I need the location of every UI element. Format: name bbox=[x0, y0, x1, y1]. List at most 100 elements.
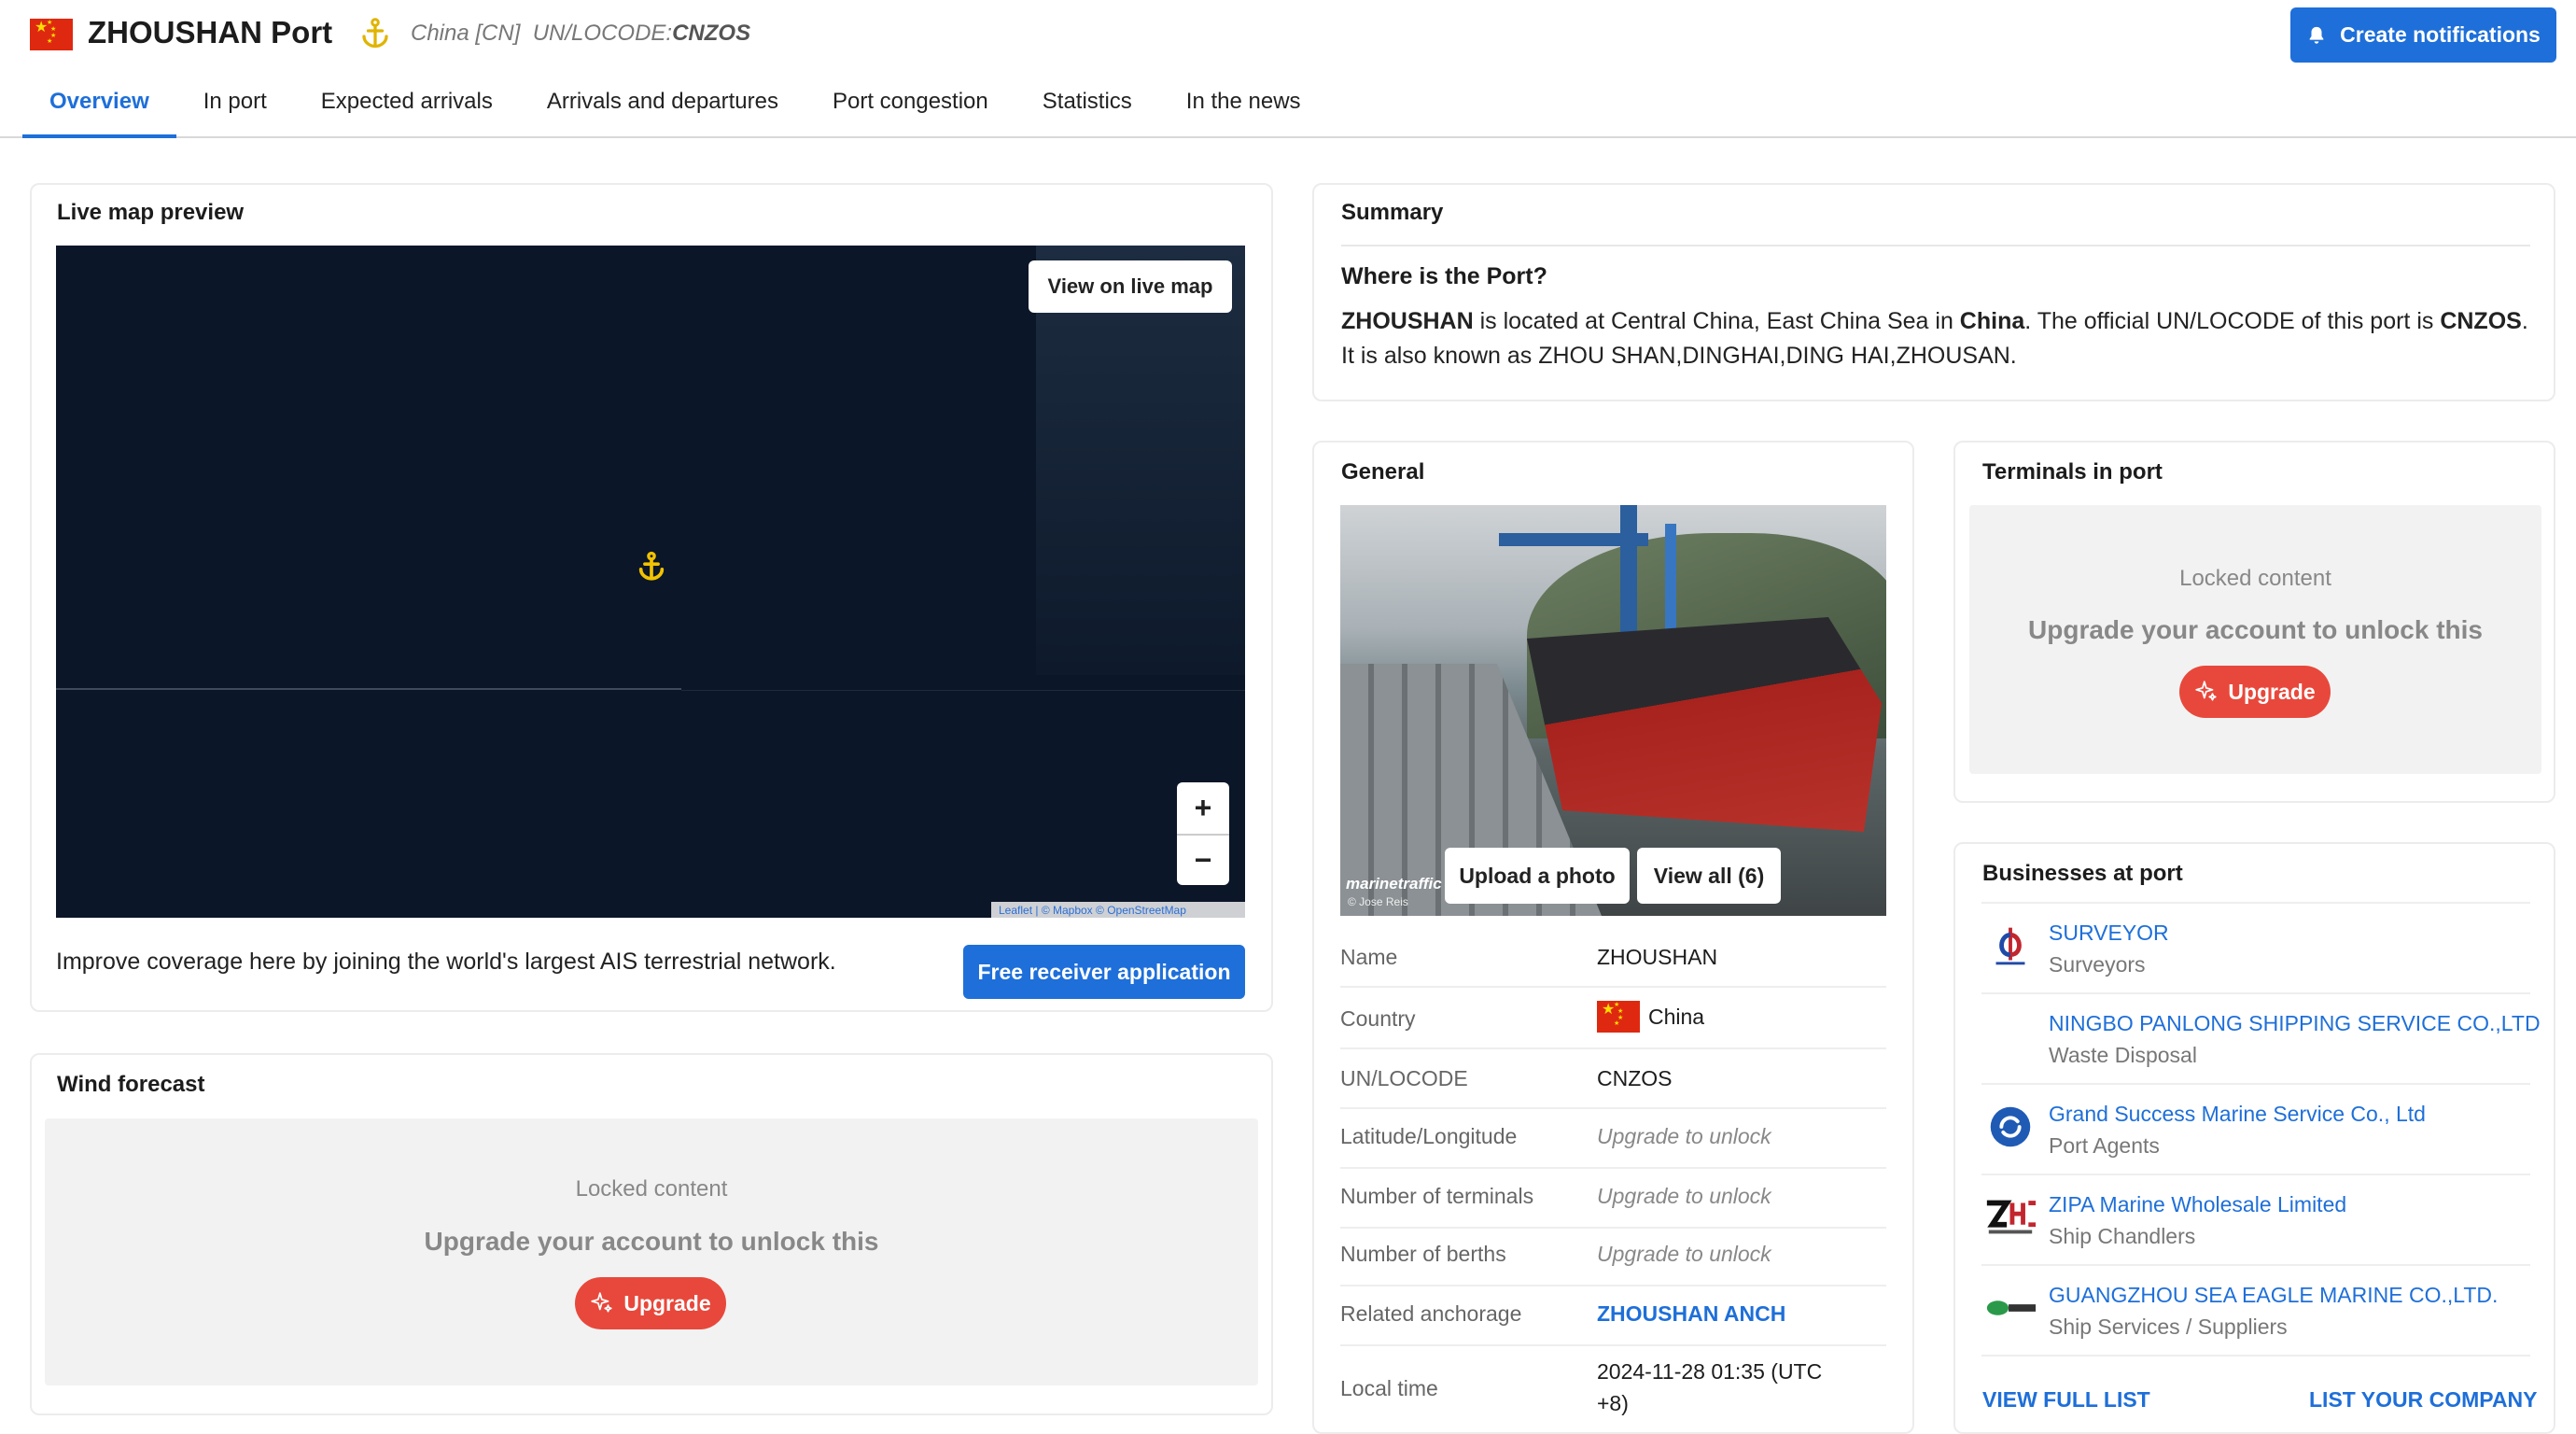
country-label: China [CN] bbox=[411, 21, 521, 46]
map-attribution[interactable]: Leaflet | © Mapbox © OpenStreetMap bbox=[991, 902, 1245, 918]
business-item[interactable]: Grand Success Marine Service Co., Ltd Po… bbox=[1981, 1085, 2530, 1175]
locked-content-label: Locked content bbox=[2179, 566, 2331, 591]
zoom-control: + − bbox=[1177, 782, 1229, 885]
locked-upgrade-text: Upgrade your account to unlock this bbox=[424, 1227, 879, 1256]
anchorage-link[interactable]: ZHOUSHAN ANCH bbox=[1597, 1301, 1785, 1327]
map-boundary-line bbox=[56, 688, 681, 690]
general-row-locode: UN/LOCODE CNZOS bbox=[1340, 1049, 1886, 1109]
summary-paragraph: ZHOUSHAN is located at Central China, Ea… bbox=[1341, 304, 2545, 373]
free-receiver-button[interactable]: Free receiver application bbox=[963, 945, 1245, 999]
zoom-out-button[interactable]: − bbox=[1177, 834, 1229, 885]
bell-icon bbox=[2309, 26, 2324, 44]
summary-text: . The official UN/LOCODE of this port is bbox=[2024, 308, 2441, 334]
business-category: Port Agents bbox=[2049, 1133, 2160, 1158]
business-item[interactable]: GUANGZHOU SEA EAGLE MARINE CO.,LTD. Ship… bbox=[1981, 1266, 2530, 1357]
row-value: 2024-11-28 01:35 (UTC bbox=[1597, 1359, 1823, 1384]
list-your-company-link[interactable]: LIST YOUR COMPANY bbox=[2309, 1387, 2538, 1413]
sparkle-icon bbox=[2195, 681, 2217, 701]
upgrade-button[interactable]: Upgrade bbox=[2179, 666, 2331, 718]
summary-question: Where is the Port? bbox=[1341, 263, 1547, 289]
summary-title: Summary bbox=[1341, 200, 1444, 225]
business-name-link[interactable]: ZIPA Marine Wholesale Limited bbox=[2049, 1192, 2346, 1217]
live-map[interactable] bbox=[56, 246, 1245, 918]
anchor-icon bbox=[362, 18, 388, 49]
general-row-anchorage: Related anchorage ZHOUSHAN ANCH bbox=[1340, 1286, 1886, 1346]
row-value: CNZOS bbox=[1597, 1066, 1673, 1090]
locode-value: CNZOS bbox=[672, 21, 751, 46]
tab-overview[interactable]: Overview bbox=[22, 78, 176, 138]
surveyor-logo-icon bbox=[1995, 927, 2025, 965]
summary-country: China bbox=[1959, 308, 2025, 334]
china-flag-icon: ★ ★ ★ ★ ★ bbox=[1597, 1001, 1640, 1033]
terminals-locked-panel: Locked content Upgrade your account to u… bbox=[1969, 505, 2541, 774]
general-row-local-time: Local time 2024-11-28 01:35 (UTC +8) bbox=[1340, 1346, 1886, 1421]
tab-statistics[interactable]: Statistics bbox=[1015, 78, 1159, 138]
view-full-list-link[interactable]: VIEW FULL LIST bbox=[1982, 1387, 2150, 1413]
locked-content-label: Locked content bbox=[575, 1176, 728, 1202]
summary-locode: CNZOS bbox=[2440, 308, 2522, 334]
locode-label: UN/LOCODE: bbox=[532, 21, 673, 46]
row-label: Country bbox=[1340, 1006, 1416, 1031]
general-row-terminals: Number of terminals Upgrade to unlock bbox=[1340, 1169, 1886, 1229]
row-value: Upgrade to unlock bbox=[1597, 1184, 1771, 1208]
locked-upgrade-text: Upgrade your account to unlock this bbox=[2028, 615, 2483, 644]
business-name-link[interactable]: SURVEYOR bbox=[2049, 921, 2169, 946]
photo-crane bbox=[1499, 533, 1648, 546]
row-label: Related anchorage bbox=[1340, 1301, 1522, 1326]
coverage-text: Improve coverage here by joining the wor… bbox=[56, 949, 836, 975]
upgrade-label: Upgrade bbox=[623, 1290, 711, 1315]
view-live-map-button[interactable]: View on live map bbox=[1029, 260, 1232, 313]
port-meta: China [CN] UN/LOCODE:CNZOS bbox=[411, 21, 750, 47]
zipa-logo-icon bbox=[1986, 1200, 2037, 1234]
general-row-name: Name ZHOUSHAN bbox=[1340, 926, 1886, 988]
photo-ship bbox=[1527, 617, 1882, 832]
business-name-link[interactable]: GUANGZHOU SEA EAGLE MARINE CO.,LTD. bbox=[2049, 1283, 2498, 1308]
page-header: ★ ★ ★ ★ ★ ZHOUSHAN Port China [CN] UN/LOCODE… bbox=[0, 0, 2576, 138]
business-category: Ship Services / Suppliers bbox=[2049, 1314, 2288, 1339]
summary-port-name: ZHOUSHAN bbox=[1341, 308, 1474, 334]
row-value: ZHOUSHAN bbox=[1597, 945, 1718, 969]
tab-in-the-news[interactable]: In the news bbox=[1159, 78, 1328, 138]
terminals-title: Terminals in port bbox=[1982, 459, 2163, 485]
photo-watermark: marinetraffic bbox=[1346, 875, 1442, 893]
live-map-title: Live map preview bbox=[57, 200, 245, 225]
business-name-link[interactable]: NINGBO PANLONG SHIPPING SERVICE CO.,LTD bbox=[2049, 1011, 2541, 1036]
business-name-link[interactable]: Grand Success Marine Service Co., Ltd bbox=[2049, 1102, 2426, 1127]
page-title: ZHOUSHAN Port bbox=[88, 15, 333, 49]
zoom-in-button[interactable]: + bbox=[1177, 782, 1229, 834]
wind-locked-panel: Locked content Upgrade your account to u… bbox=[45, 1118, 1258, 1385]
row-value: Upgrade to unlock bbox=[1597, 1242, 1771, 1266]
sea-eagle-logo-icon bbox=[1986, 1300, 2037, 1315]
port-marker-icon[interactable] bbox=[636, 550, 667, 583]
row-label: Latitude/Longitude bbox=[1340, 1124, 1518, 1148]
row-value: China bbox=[1648, 1005, 1705, 1029]
row-label: UN/LOCODE bbox=[1340, 1066, 1468, 1090]
row-label: Number of berths bbox=[1340, 1242, 1506, 1266]
tab-port-congestion[interactable]: Port congestion bbox=[805, 78, 1015, 138]
upgrade-button[interactable]: Upgrade bbox=[575, 1277, 726, 1329]
create-notifications-button[interactable]: Create notifications bbox=[2290, 7, 2556, 63]
photo-credit: © Jose Reis bbox=[1348, 895, 1408, 908]
sparkle-icon bbox=[591, 1292, 612, 1313]
general-row-latlon: Latitude/Longitude Upgrade to unlock bbox=[1340, 1109, 1886, 1169]
business-item[interactable]: ZIPA Marine Wholesale Limited Ship Chand… bbox=[1981, 1175, 2530, 1266]
row-label: Local time bbox=[1340, 1376, 1438, 1400]
tab-in-port[interactable]: In port bbox=[176, 78, 294, 138]
general-row-country: Country ★ ★ ★ ★ ★ China bbox=[1340, 988, 1886, 1049]
create-notifications-label: Create notifications bbox=[2340, 22, 2541, 47]
divider bbox=[1341, 245, 2530, 246]
upgrade-label: Upgrade bbox=[2228, 679, 2316, 704]
china-flag-icon: ★ ★ ★ ★ ★ bbox=[30, 19, 73, 50]
business-category: Surveyors bbox=[2049, 952, 2146, 977]
business-item[interactable]: SURVEYOR Surveyors bbox=[1981, 904, 2530, 994]
upload-photo-button[interactable]: Upload a photo bbox=[1445, 848, 1630, 904]
wind-forecast-title: Wind forecast bbox=[57, 1072, 205, 1097]
general-row-berths: Number of berths Upgrade to unlock bbox=[1340, 1229, 1886, 1286]
general-title: General bbox=[1341, 459, 1425, 485]
tab-expected-arrivals[interactable]: Expected arrivals bbox=[294, 78, 520, 138]
map-boundary-line bbox=[681, 690, 1245, 691]
tab-arrivals-departures[interactable]: Arrivals and departures bbox=[520, 78, 805, 138]
view-all-photos-button[interactable]: View all (6) bbox=[1637, 848, 1781, 904]
business-item[interactable]: NINGBO PANLONG SHIPPING SERVICE CO.,LTD … bbox=[1981, 994, 2541, 1085]
businesses-title: Businesses at port bbox=[1982, 861, 2183, 886]
